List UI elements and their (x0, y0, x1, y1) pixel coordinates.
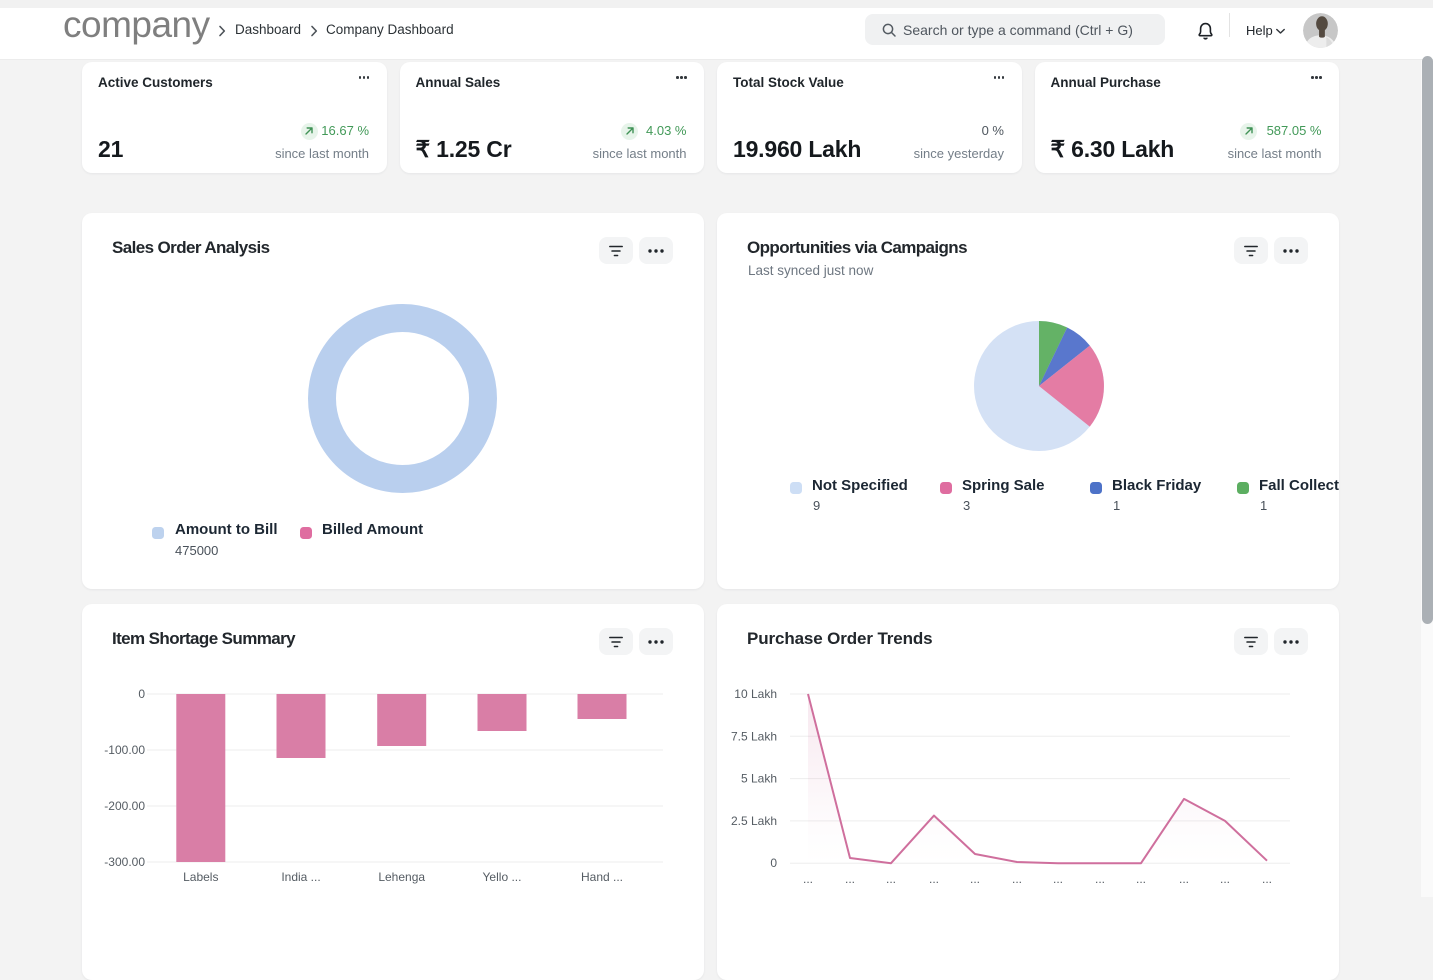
svg-text:Yello ...: Yello ... (483, 870, 522, 884)
svg-text:India ...: India ... (281, 870, 320, 884)
svg-text:-200.00: -200.00 (104, 799, 145, 813)
svg-text:Labels: Labels (183, 870, 218, 884)
svg-text:...: ... (803, 872, 813, 886)
svg-text:...: ... (1012, 872, 1022, 886)
svg-text:0: 0 (138, 687, 145, 701)
svg-text:Hand ...: Hand ... (581, 870, 623, 884)
svg-text:-300.00: -300.00 (104, 855, 145, 869)
svg-text:...: ... (1179, 872, 1189, 886)
svg-text:...: ... (1262, 872, 1272, 886)
svg-text:...: ... (970, 872, 980, 886)
svg-text:...: ... (1053, 872, 1063, 886)
svg-text:...: ... (1095, 872, 1105, 886)
svg-text:10 Lakh: 10 Lakh (734, 687, 777, 701)
svg-text:...: ... (1136, 872, 1146, 886)
svg-text:...: ... (1220, 872, 1230, 886)
svg-text:5 Lakh: 5 Lakh (741, 772, 777, 786)
svg-text:Lehenga: Lehenga (378, 870, 425, 884)
svg-text:7.5 Lakh: 7.5 Lakh (731, 729, 777, 743)
svg-text:0: 0 (770, 856, 777, 870)
svg-text:...: ... (886, 872, 896, 886)
svg-text:-100.00: -100.00 (104, 743, 145, 757)
svg-text:2.5 Lakh: 2.5 Lakh (731, 814, 777, 828)
svg-text:...: ... (845, 872, 855, 886)
svg-text:...: ... (929, 872, 939, 886)
